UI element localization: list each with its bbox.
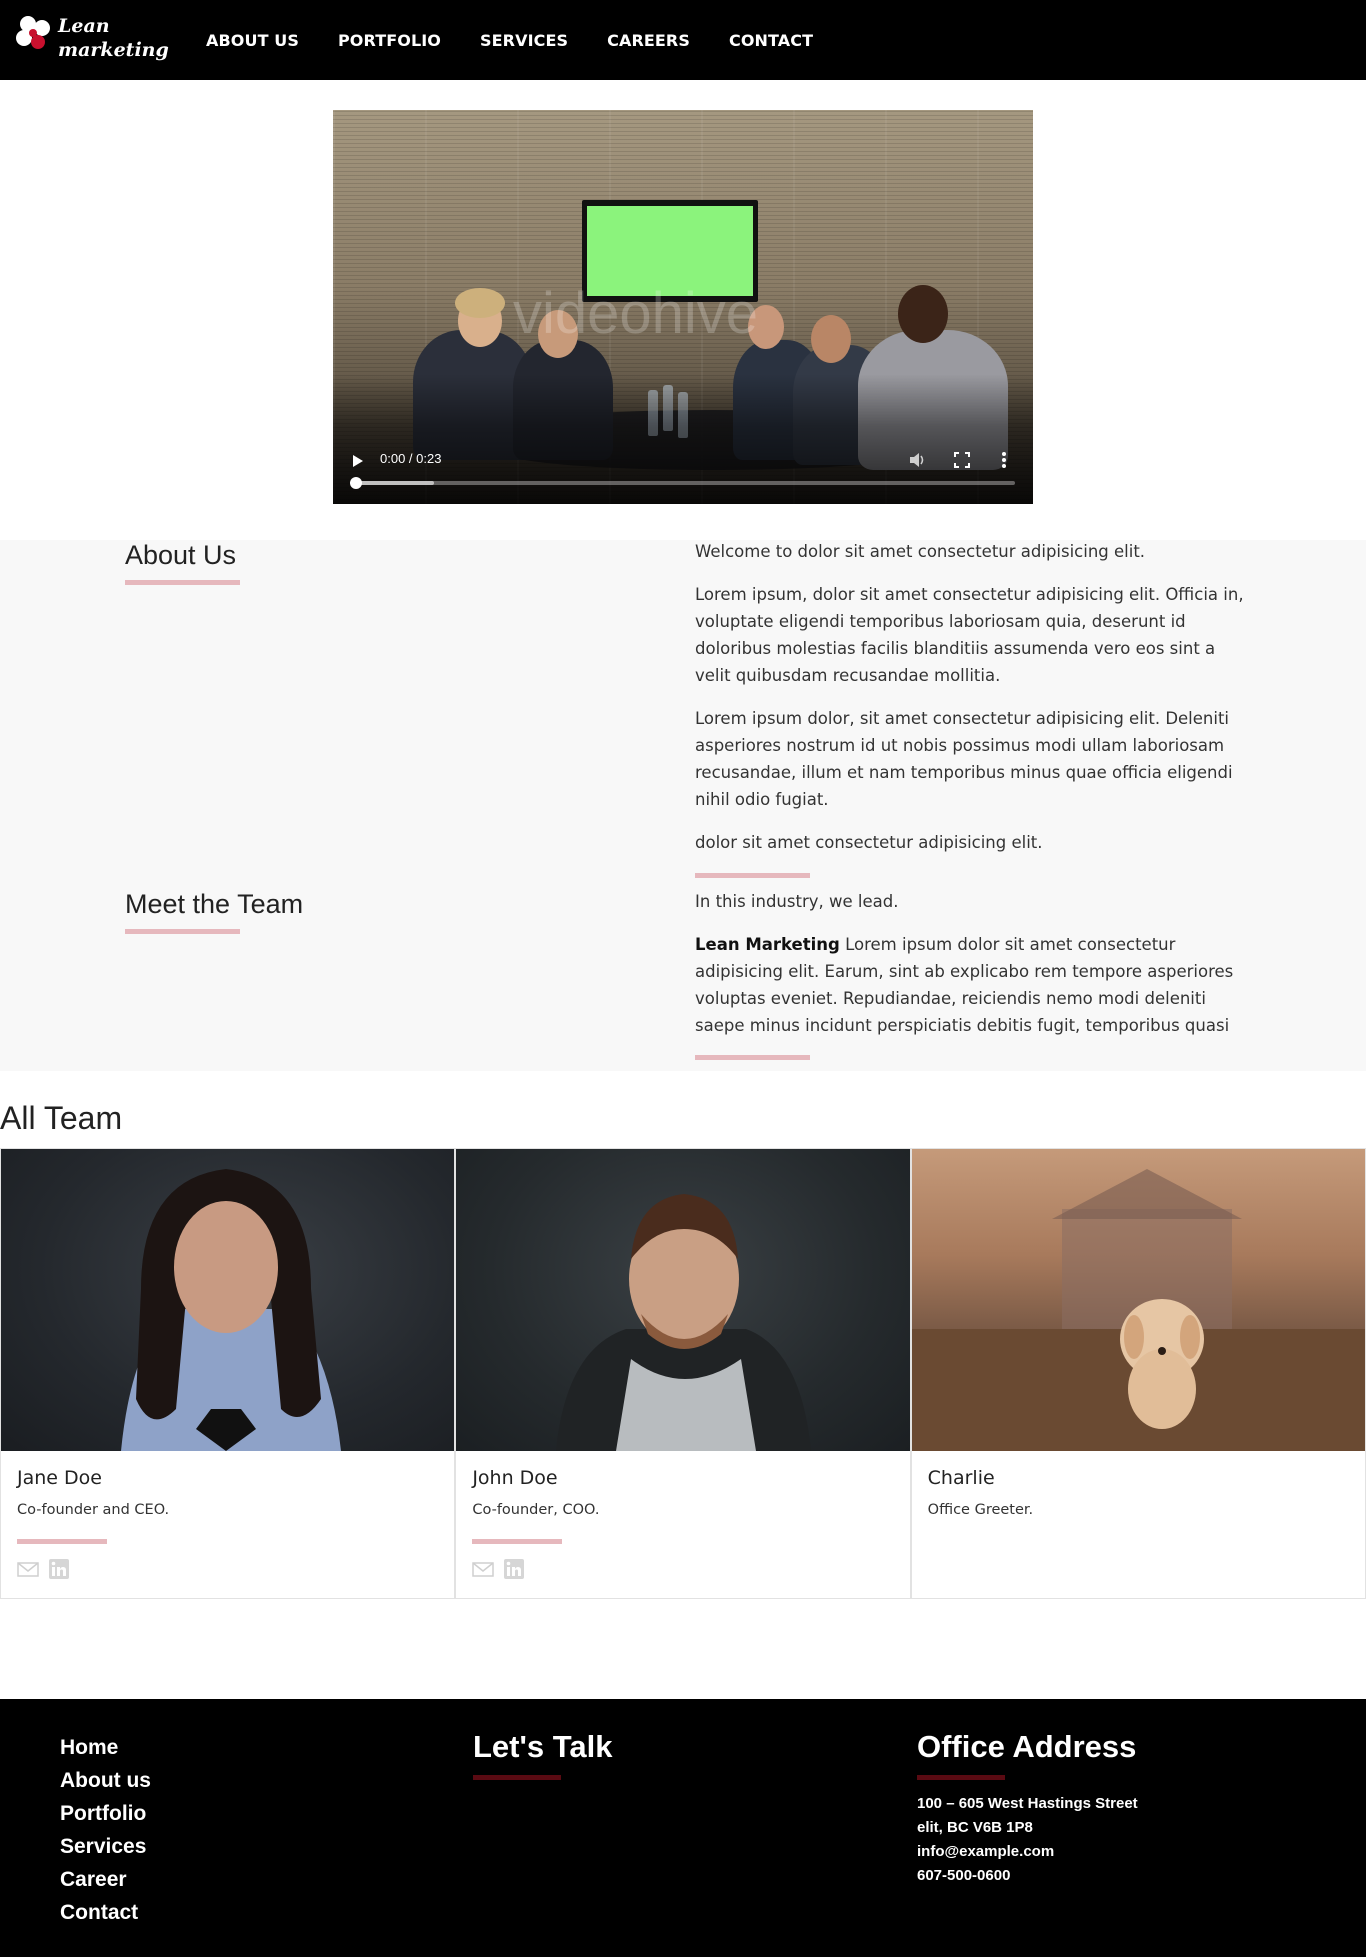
lets-talk-heading: Let's Talk [473, 1729, 613, 1764]
team-card-charlie: Charlie Office Greeter. [910, 1148, 1366, 1599]
footer-link-portfolio[interactable]: Portfolio [60, 1797, 151, 1830]
about-text-accent-bar [695, 873, 810, 878]
site-footer: Home About us Portfolio Services Career … [0, 1699, 1366, 1957]
office-accent-bar [917, 1775, 1005, 1780]
about-us-heading: About Us [125, 540, 237, 570]
member-role: Co-founder, COO. [472, 1502, 600, 1518]
play-icon[interactable] [353, 455, 363, 467]
all-team-heading: All Team [0, 1100, 123, 1136]
video-time: 0:00 / 0:23 [380, 451, 442, 466]
team-card-john: John Doe Co-founder, COO. [455, 1148, 911, 1599]
address-street: 100 – 605 West Hastings Street [917, 1795, 1138, 1812]
footer-link-about[interactable]: About us [60, 1764, 151, 1797]
member-name: Charlie [927, 1467, 995, 1489]
address-city: elit, BC V6B 1P8 [917, 1819, 1033, 1836]
footer-link-services[interactable]: Services [60, 1830, 151, 1863]
video-controls: 0:00 / 0:23 [333, 444, 1033, 504]
fullscreen-icon[interactable] [954, 452, 970, 468]
member-role: Office Greeter. [927, 1502, 1034, 1518]
nav-portfolio[interactable]: PORTFOLIO [338, 31, 441, 50]
member-role: Co-founder and CEO. [17, 1502, 170, 1518]
member-name: John Doe [472, 1467, 558, 1489]
nav-services[interactable]: SERVICES [480, 31, 568, 50]
linkedin-icon[interactable] [48, 1559, 70, 1579]
nav-menu: ABOUT US PORTFOLIO SERVICES CAREERS CONT… [206, 0, 852, 80]
office-address-heading: Office Address [917, 1729, 1137, 1764]
nav-about-us[interactable]: ABOUT US [206, 31, 299, 50]
brand-logo[interactable]: Lean marketing [14, 12, 169, 68]
footer-link-career[interactable]: Career [60, 1863, 151, 1896]
team-intro-accent-bar [695, 1055, 810, 1060]
mail-icon[interactable] [17, 1559, 39, 1579]
team-intro-text: In this industry, we lead. Lean Marketin… [695, 888, 1255, 1055]
address-phone[interactable]: 607-500-0600 [917, 1864, 1138, 1888]
video-scrub-handle[interactable] [350, 477, 362, 489]
top-navbar: Lean marketing ABOUT US PORTFOLIO SERVIC… [0, 0, 1366, 80]
member-accent-bar [17, 1539, 107, 1544]
member-name: Jane Doe [17, 1467, 102, 1489]
more-options-icon[interactable] [1001, 451, 1007, 469]
member-social-links [472, 1559, 534, 1579]
linkedin-icon[interactable] [503, 1559, 525, 1579]
meet-team-heading: Meet the Team [125, 889, 304, 919]
about-paragraph: Welcome to dolor sit amet consectetur ad… [695, 542, 1146, 561]
brand-line2: marketing [58, 39, 169, 61]
brand-name: Lean marketing [58, 14, 169, 62]
about-paragraph: Lorem ipsum dolor, sit amet consectetur … [695, 709, 1233, 809]
address-email[interactable]: info@example.com [917, 1840, 1138, 1864]
flower-logo-icon [16, 16, 50, 49]
john-photo [456, 1149, 910, 1451]
footer-link-home[interactable]: Home [60, 1731, 151, 1764]
team-intro-paragraph: Lean Marketing Lorem ipsum dolor sit ame… [695, 931, 1255, 1039]
team-cards: Jane Doe Co-founder and CEO. John Doe Co… [0, 1148, 1366, 1599]
member-accent-bar [472, 1539, 563, 1544]
footer-links: Home About us Portfolio Services Career … [60, 1731, 151, 1929]
footer-link-contact[interactable]: Contact [60, 1896, 151, 1929]
office-address: 100 – 605 West Hastings Street elit, BC … [917, 1792, 1138, 1888]
team-card-jane: Jane Doe Co-founder and CEO. [0, 1148, 456, 1599]
video-player[interactable]: videohive 0:00 / 0:23 [333, 110, 1033, 504]
nav-contact[interactable]: CONTACT [729, 31, 813, 50]
about-paragraph: dolor sit amet consectetur adipisicing e… [695, 833, 1043, 852]
about-section: About Us Welcome to dolor sit amet conse… [0, 540, 1366, 1071]
nav-careers[interactable]: CAREERS [607, 31, 690, 50]
brand-line1: Lean [58, 15, 110, 37]
company-name: Lean Marketing [695, 935, 840, 954]
video-progress-bar[interactable] [350, 477, 1015, 489]
jane-photo [1, 1149, 455, 1451]
volume-icon[interactable] [909, 452, 927, 468]
about-accent-bar [125, 580, 240, 585]
meet-team-accent-bar [125, 929, 240, 934]
about-paragraph: Lorem ipsum, dolor sit amet consectetur … [695, 585, 1244, 685]
team-lead-text: In this industry, we lead. [695, 892, 899, 911]
charlie-photo [911, 1149, 1365, 1451]
lets-talk-accent-bar [473, 1775, 561, 1780]
video-watermark: videohive [513, 281, 759, 346]
mail-icon[interactable] [472, 1559, 495, 1579]
member-social-links [17, 1559, 79, 1579]
video-buffer-fill [355, 481, 435, 485]
about-text: Welcome to dolor sit amet consectetur ad… [695, 538, 1255, 872]
